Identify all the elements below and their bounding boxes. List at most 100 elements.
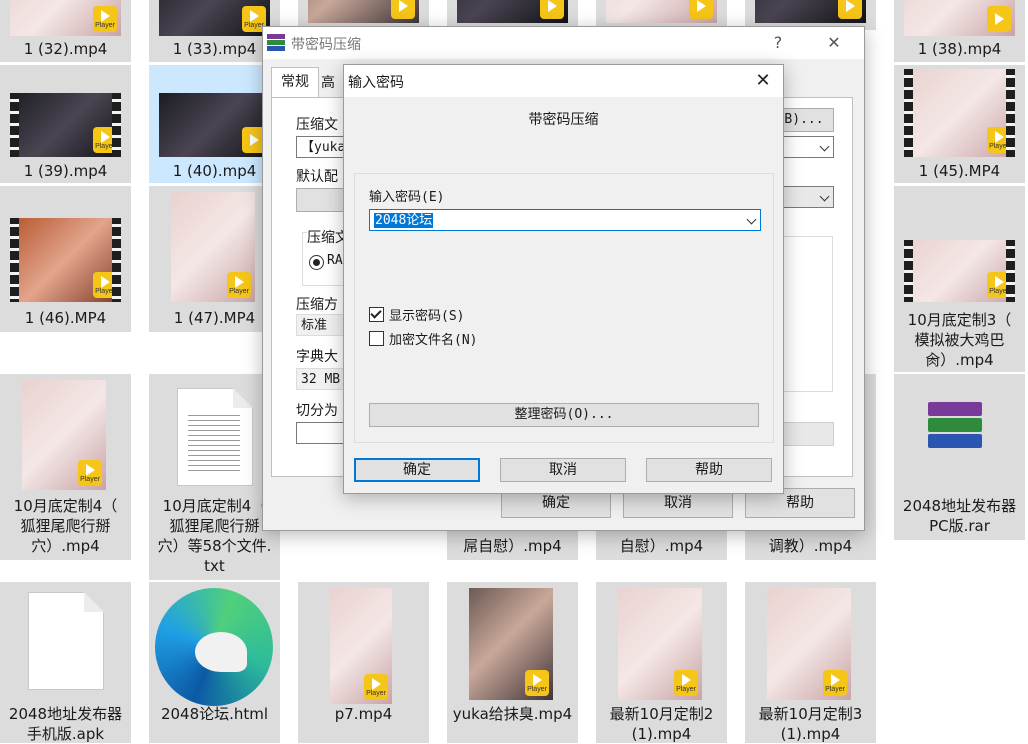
file-name: 最新10月定制3 (1).mp4 (758, 705, 863, 743)
profile-label: 默认配 (296, 169, 338, 185)
file-tile[interactable]: 10月底定制4（ 狐狸尾爬行掰 穴）等58个文件. txt (149, 374, 280, 580)
tab-advanced[interactable]: 高 (321, 71, 345, 97)
dialog-title: 带密码压缩 (291, 37, 361, 53)
video-thumbnail: Player (330, 588, 392, 704)
close-icon[interactable]: ✕ (819, 31, 849, 55)
chevron-down-icon[interactable] (746, 214, 757, 225)
close-icon[interactable]: ✕ (748, 69, 778, 93)
file-name: 1 (46).MP4 (24, 309, 107, 327)
video-thumbnail (457, 0, 568, 23)
blank-file-icon (28, 592, 104, 690)
split-label: 切分为 (296, 403, 338, 419)
file-tile[interactable]: Player 1 (46).MP4 (0, 186, 131, 332)
file-tile[interactable]: 1 (38).mp4 (894, 0, 1025, 62)
video-thumbnail (308, 0, 419, 23)
player-badge-icon: Player (674, 670, 698, 696)
show-password-label[interactable]: 显示密码(S) (389, 305, 464, 324)
method-dropdown[interactable]: 标准 (296, 314, 346, 336)
help-icon[interactable]: ? (763, 31, 793, 55)
format-radio[interactable] (309, 255, 324, 270)
password-input[interactable]: 2048论坛 (369, 209, 761, 231)
split-field[interactable] (296, 422, 346, 444)
file-tile[interactable]: Player 10月底定制4（ 狐狸尾爬行掰 穴）.mp4 (0, 374, 131, 560)
player-badge-icon: Player (525, 670, 549, 696)
dialog-title: 输入密码 (348, 75, 404, 91)
file-tile[interactable]: 2048地址发布器 手机版.apk (0, 582, 131, 743)
file-tile-selected[interactable]: 1 (40).mp4 (149, 65, 280, 183)
player-badge-icon: Player (93, 6, 117, 32)
file-tile[interactable]: 2048地址发布器 PC版.rar (894, 374, 1025, 540)
file-name: 1 (40).mp4 (172, 162, 257, 180)
help-button[interactable]: 帮助 (646, 458, 772, 482)
encrypt-filenames-label[interactable]: 加密文件名(N) (389, 329, 477, 348)
dialog-titlebar: 输入密码 ✕ (344, 65, 783, 97)
organize-passwords-button[interactable]: 整理密码(O)... (369, 403, 759, 427)
video-thumbnail: Player (904, 69, 1015, 157)
file-name: 1 (38).mp4 (917, 40, 1002, 58)
cancel-button[interactable]: 取消 (500, 458, 626, 482)
player-badge-icon: Player (987, 127, 1011, 153)
player-badge-icon: Player (823, 670, 847, 696)
file-name: 1 (33).mp4 (172, 40, 257, 58)
video-thumbnail: Player (10, 218, 121, 302)
method-label: 压缩方 (296, 297, 338, 313)
profile-button[interactable] (296, 188, 348, 212)
show-password-checkbox[interactable] (369, 307, 384, 322)
file-tile[interactable]: Player 1 (32).mp4 (0, 0, 131, 62)
dialog-heading: 带密码压缩 (528, 112, 599, 128)
video-thumbnail: Player (469, 588, 553, 700)
video-thumbnail: Player (618, 588, 702, 700)
file-tile[interactable]: Player 1 (47).MP4 (149, 186, 280, 332)
file-name: 自慰）.mp4 (619, 537, 704, 555)
video-thumbnail: Player (10, 93, 121, 157)
video-thumbnail: Player (10, 0, 121, 36)
file-tile[interactable]: Player 1 (33).mp4 (149, 0, 280, 62)
file-name: 1 (32).mp4 (23, 40, 108, 58)
video-thumbnail (606, 0, 717, 23)
tab-label: 常规 (281, 74, 309, 90)
format-option-label: RA (327, 253, 343, 268)
file-name: 1 (47).MP4 (173, 309, 256, 327)
player-badge-icon: Player (78, 460, 102, 486)
player-badge-icon: Player (93, 127, 117, 153)
player-badge-icon (540, 0, 564, 19)
edge-browser-icon (155, 588, 273, 706)
tab-general[interactable]: 常规 (271, 67, 319, 98)
file-name: 10月底定制4（ 狐狸尾爬行掰 穴）等58个文件. txt (157, 497, 272, 575)
player-badge-icon (391, 0, 415, 19)
file-name: 10月底定制4（ 狐狸尾爬行掰 穴）.mp4 (13, 497, 118, 555)
file-name: 1 (45).MP4 (918, 162, 1001, 180)
file-tile[interactable]: Player 10月底定制3（ 模拟被大鸡巴 肏）.mp4 (894, 186, 1025, 372)
password-value: 2048论坛 (374, 213, 434, 228)
video-thumbnail (904, 0, 1015, 36)
password-panel: 输入密码(E) 2048论坛 显示密码(S) 加密文件名(N) 整理密码(O).… (354, 173, 774, 443)
text-file-icon (177, 388, 253, 486)
file-name: yuka给抹臭.mp4 (452, 705, 573, 723)
file-tile[interactable]: Player 1 (45).MP4 (894, 65, 1025, 183)
video-thumbnail (159, 93, 270, 157)
file-tile[interactable]: Player 1 (39).mp4 (0, 65, 131, 183)
ok-button[interactable]: 确定 (354, 458, 480, 482)
file-tile[interactable]: Player yuka给抹臭.mp4 (447, 582, 578, 743)
file-tile[interactable]: 2048论坛.html (149, 582, 280, 743)
video-thumbnail: Player (904, 240, 1015, 302)
archive-name-field[interactable]: 【yuka (296, 136, 346, 158)
file-name: 1 (39).mp4 (23, 162, 108, 180)
encrypt-filenames-checkbox[interactable] (369, 331, 384, 346)
file-name: 2048地址发布器 手机版.apk (8, 705, 123, 743)
file-name: 2048地址发布器 PC版.rar (902, 497, 1017, 535)
dictionary-label: 字典大 (296, 349, 338, 365)
archive-name-label: 压缩文 (296, 117, 338, 133)
player-badge-icon (689, 0, 713, 19)
file-name: 屌自慰）.mp4 (463, 537, 562, 555)
player-badge-icon: Player (227, 272, 251, 298)
file-tile[interactable]: Player 最新10月定制2 (1).mp4 (596, 582, 727, 743)
video-thumbnail: Player (22, 380, 106, 490)
file-tile[interactable]: Player 最新10月定制3 (1).mp4 (745, 582, 876, 743)
file-name: p7.mp4 (334, 705, 393, 723)
file-tile[interactable]: Player p7.mp4 (298, 582, 429, 743)
password-dialog: 输入密码 ✕ 带密码压缩 输入密码(E) 2048论坛 显示密码(S) 加密文件… (343, 64, 784, 494)
file-name: 10月底定制3（ 模拟被大鸡巴 肏）.mp4 (907, 311, 1012, 369)
video-thumbnail: Player (159, 0, 270, 36)
dictionary-dropdown[interactable]: 32 MB (296, 368, 346, 390)
